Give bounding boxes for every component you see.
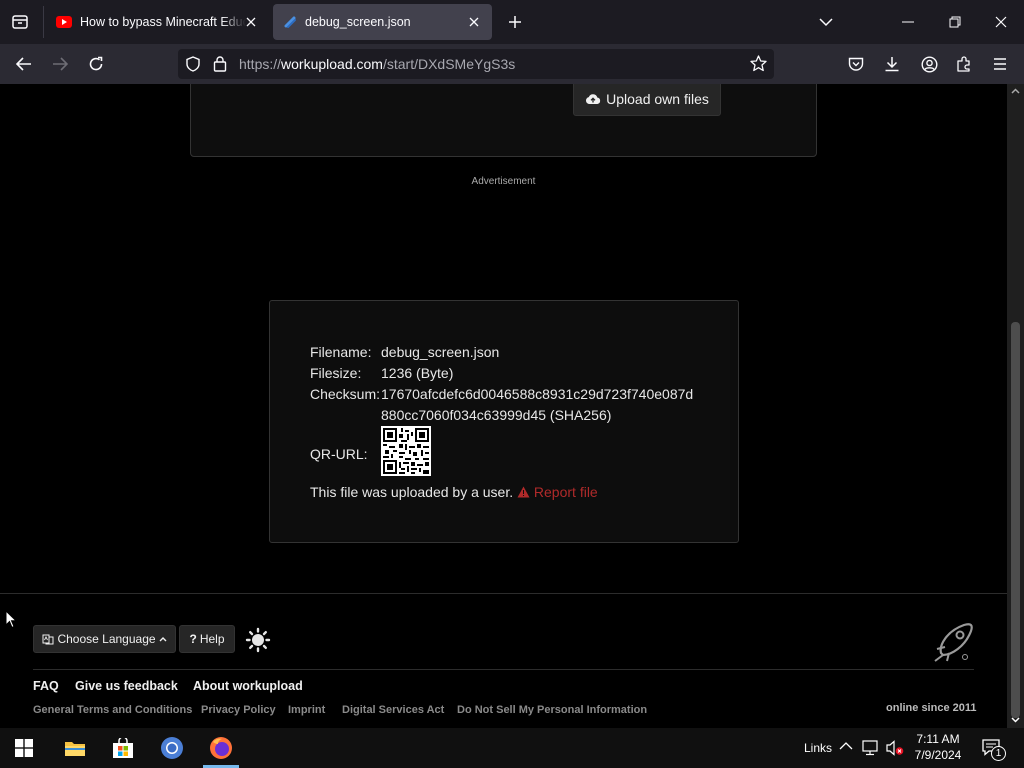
mouse-cursor-icon [5, 610, 17, 629]
advertisement-label: Advertisement [471, 176, 536, 187]
url-scheme: https:// [239, 56, 282, 72]
firefox-icon [210, 737, 232, 759]
lock-icon[interactable] [213, 55, 227, 72]
theme-toggle-icon[interactable] [245, 627, 271, 653]
digital-services-act-link[interactable]: Digital Services Act [342, 704, 444, 716]
restore-icon[interactable] [943, 10, 967, 34]
cloud-upload-icon [585, 93, 601, 105]
links-toolbar[interactable]: Links [804, 741, 832, 755]
faq-link[interactable]: FAQ [33, 679, 59, 693]
chevron-up-icon [159, 636, 167, 642]
chrome-button[interactable] [148, 728, 196, 768]
navigation-bar: https://workupload.com/start/DXdSMeYgS3s [0, 44, 1024, 84]
system-clock[interactable]: 7:11 AM 7/9/2024 [908, 731, 968, 763]
do-not-sell-link[interactable]: Do Not Sell My Personal Information [457, 704, 647, 716]
folder-icon [65, 742, 85, 756]
checksum-value-line2: 880cc7060f034c63999d45 (SHA256) [381, 407, 612, 423]
youtube-icon [56, 16, 72, 28]
url-path: /start/DXdSMeYgS3s [382, 56, 516, 72]
qr-url-label: QR-URL: [310, 446, 368, 462]
tab-bar: How to bypass Minecraft Education Editio… [0, 0, 1024, 44]
warning-icon [517, 486, 530, 498]
shield-icon[interactable] [185, 56, 201, 72]
url-text[interactable]: https://workupload.com/start/DXdSMeYgS3s [239, 56, 515, 72]
file-info-panel: Filename: debug_screen.json Filesize: 12… [269, 300, 739, 543]
choose-language-label: Choose Language [57, 632, 156, 646]
tab-title: How to bypass Minecraft Education Editio… [80, 15, 246, 29]
close-window-icon[interactable] [989, 10, 1013, 34]
upload-panel [190, 84, 817, 157]
tab-title: debug_screen.json [305, 15, 411, 29]
extensions-icon[interactable] [952, 52, 976, 76]
windows-icon [15, 739, 33, 757]
file-explorer-button[interactable] [51, 728, 99, 768]
action-center-button[interactable]: 1 [982, 739, 1008, 761]
tab-debug-screen[interactable]: debug_screen.json [273, 4, 492, 40]
minimize-icon[interactable] [896, 10, 920, 34]
checksum-label: Checksum: [310, 386, 381, 402]
bookmark-star-icon[interactable] [750, 55, 767, 72]
forward-icon[interactable] [48, 52, 72, 76]
filename-value: debug_screen.json [381, 344, 500, 360]
scroll-down-icon[interactable] [1011, 717, 1020, 723]
language-icon [42, 633, 54, 645]
url-bar[interactable]: https://workupload.com/start/DXdSMeYgS3s [178, 49, 774, 79]
clock-time: 7:11 AM [916, 732, 960, 746]
help-button[interactable]: ? Help [179, 625, 235, 653]
report-file-link[interactable]: Report file [517, 484, 598, 500]
list-tabs-icon[interactable] [814, 10, 838, 34]
close-tab-icon[interactable] [464, 12, 484, 32]
about-link[interactable]: About workupload [193, 679, 303, 693]
feedback-link[interactable]: Give us feedback [75, 679, 178, 693]
pocket-icon[interactable] [844, 52, 868, 76]
uploaded-note-text: This file was uploaded by a user. [310, 484, 514, 500]
start-button[interactable] [0, 728, 48, 768]
workupload-icon [283, 15, 297, 29]
clock-date: 7/9/2024 [914, 748, 962, 762]
volume-muted-icon[interactable] [886, 740, 904, 756]
account-icon[interactable] [917, 52, 941, 76]
online-since-text: online since 2011 [886, 702, 977, 714]
privacy-policy-link[interactable]: Privacy Policy [201, 704, 276, 716]
scroll-up-icon[interactable] [1011, 88, 1020, 94]
network-icon[interactable] [862, 740, 880, 756]
url-domain: workupload.com [281, 56, 383, 72]
tab-youtube[interactable]: How to bypass Minecraft Education Editio… [47, 4, 269, 40]
upload-own-files-button[interactable]: Upload own files [573, 84, 721, 116]
downloads-icon[interactable] [880, 52, 904, 76]
taskbar: Links 7:11 AM 7/9/2024 1 [0, 728, 1024, 768]
footer-divider [33, 669, 974, 670]
new-tab-icon[interactable] [503, 10, 527, 34]
filesize-label: Filesize: [310, 365, 362, 381]
store-icon [113, 738, 133, 758]
imprint-link[interactable]: Imprint [288, 704, 325, 716]
terms-link[interactable]: General Terms and Conditions [33, 704, 192, 716]
reload-icon[interactable] [84, 52, 108, 76]
checksum-value-line1: 17670afcdefc6d0046588c8931c29d723f740e08… [381, 386, 694, 402]
page-content: Upload own files Advertisement Filename:… [0, 84, 1007, 728]
qr-code [381, 426, 431, 476]
upload-button-label: Upload own files [606, 90, 709, 107]
menu-icon[interactable] [988, 52, 1012, 76]
help-label: Help [199, 632, 225, 646]
firefox-button[interactable] [197, 728, 245, 768]
close-tab-icon[interactable] [241, 12, 261, 32]
report-file-label: Report file [533, 484, 598, 500]
chromium-icon [161, 737, 183, 759]
scrollbar-thumb[interactable] [1011, 322, 1020, 718]
uploaded-note: This file was uploaded by a user. Report… [310, 484, 598, 500]
show-hidden-icons-icon[interactable] [839, 741, 853, 751]
footer: Choose Language ? Help FAQ Give us feedb… [0, 593, 1007, 728]
choose-language-button[interactable]: Choose Language [33, 625, 176, 653]
filesize-value: 1236 (Byte) [381, 365, 454, 381]
page-scrollbar[interactable] [1007, 84, 1024, 728]
microsoft-store-button[interactable] [99, 728, 147, 768]
question-mark-icon: ? [189, 632, 197, 646]
back-icon[interactable] [12, 52, 36, 76]
filename-label: Filename: [310, 344, 372, 360]
notification-count-badge: 1 [991, 746, 1006, 761]
firefox-view-icon[interactable] [8, 10, 32, 34]
rocket-logo-icon [931, 619, 977, 663]
